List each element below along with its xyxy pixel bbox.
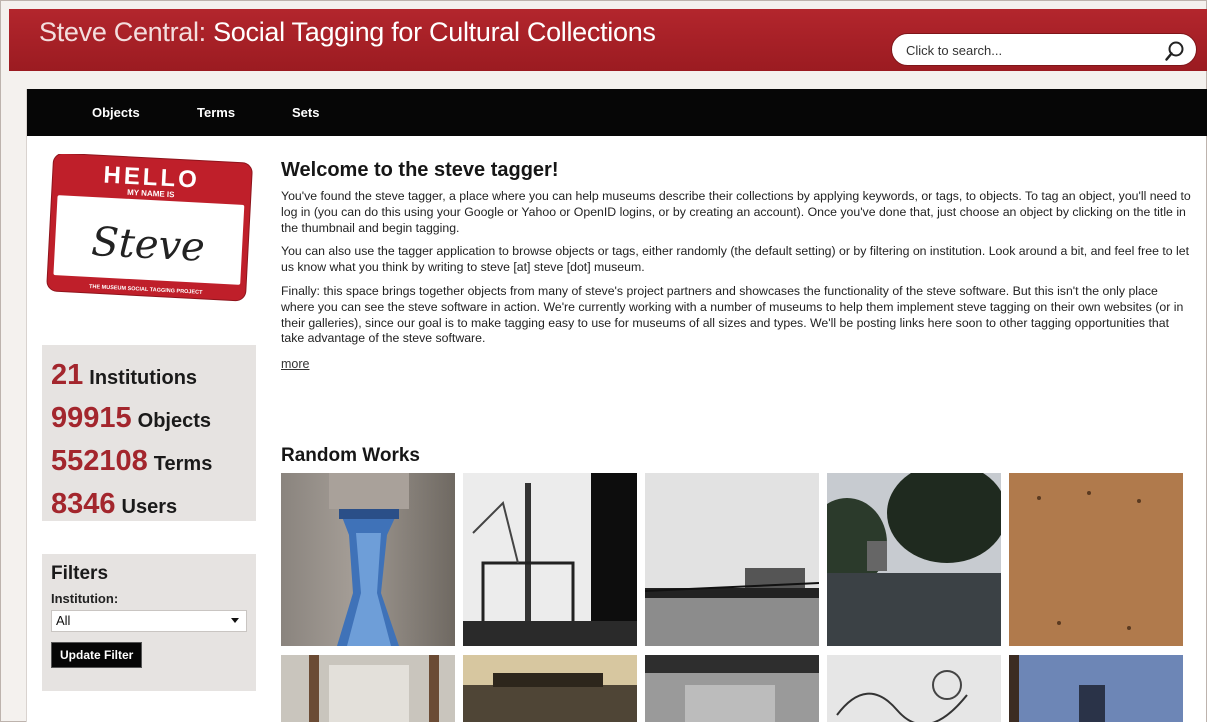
welcome-section: Welcome to the steve tagger! You've foun… (281, 159, 1191, 373)
svg-text:Steve: Steve (90, 219, 206, 271)
institution-select[interactable]: All (51, 610, 247, 632)
nav-item-objects[interactable]: Objects (92, 105, 140, 120)
nav-item-terms[interactable]: Terms (197, 105, 235, 120)
stat-objects: 99915 Objects (51, 398, 256, 441)
search-icon[interactable] (1164, 40, 1186, 62)
stat-institutions: 21 Institutions (51, 355, 256, 398)
welcome-paragraph-2: You can also use the tagger application … (281, 244, 1190, 275)
stat-label: Institutions (89, 367, 198, 389)
artwork-thumbnail[interactable] (281, 655, 455, 722)
site-title[interactable]: Steve Central: Social Tagging for Cultur… (39, 17, 656, 48)
nav-item-sets[interactable]: Sets (292, 105, 319, 120)
stat-value: 21 (51, 359, 84, 391)
filters-panel: Filters Institution: All Update Filter (42, 554, 256, 691)
stat-value: 8346 (51, 488, 116, 520)
institution-select-value: All (56, 613, 71, 628)
artwork-thumbnail[interactable] (281, 473, 455, 646)
filters-title: Filters (51, 563, 109, 584)
more-link[interactable]: more (281, 357, 309, 371)
welcome-paragraph-3: Finally: this space brings together obje… (281, 283, 1184, 346)
stat-label: Objects (137, 410, 212, 432)
artwork-thumbnail[interactable] (463, 655, 637, 722)
site-header: Steve Central: Social Tagging for Cultur… (9, 9, 1207, 71)
site-title-main: Social Tagging for Cultural Collections (205, 17, 656, 47)
stat-label: Users (121, 496, 178, 518)
stat-value: 552108 (51, 445, 148, 477)
stats-panel: 21 Institutions 99915 Objects 552108 Terms … (42, 345, 256, 521)
hello-badge-logo: HELLO MY NAME IS Steve THE MUSEUM SOCIAL… (44, 152, 255, 302)
main-nav: Objects Terms Sets (27, 89, 1207, 136)
institution-label: Institution: (51, 591, 119, 606)
artwork-thumbnail[interactable] (463, 473, 637, 646)
artwork-thumbnail[interactable] (827, 655, 1001, 722)
welcome-paragraph-1: You've found the steve tagger, a place w… (281, 189, 1191, 235)
artwork-thumbnail[interactable] (827, 473, 1001, 646)
stat-users: 8346 Users (51, 484, 256, 527)
search-input[interactable] (906, 40, 1146, 60)
artwork-thumbnail[interactable] (1009, 473, 1183, 646)
chevron-down-icon (231, 618, 239, 623)
site-title-prefix: Steve Central: (39, 17, 206, 47)
welcome-title: Welcome to the steve tagger! (281, 159, 559, 181)
update-filter-button[interactable]: Update Filter (51, 642, 143, 668)
stat-terms: 552108 Terms (51, 441, 256, 484)
artwork-thumbnail[interactable] (645, 655, 819, 722)
stat-label: Terms (153, 453, 213, 475)
artwork-thumbnail[interactable] (1009, 655, 1183, 722)
artwork-thumbnail[interactable] (645, 473, 819, 646)
search-box (891, 33, 1197, 66)
random-works-title: Random Works (281, 445, 421, 466)
content-frame: Objects Terms Sets HELLO MY NAME IS Stev… (26, 89, 1207, 722)
stat-value: 99915 (51, 402, 132, 434)
